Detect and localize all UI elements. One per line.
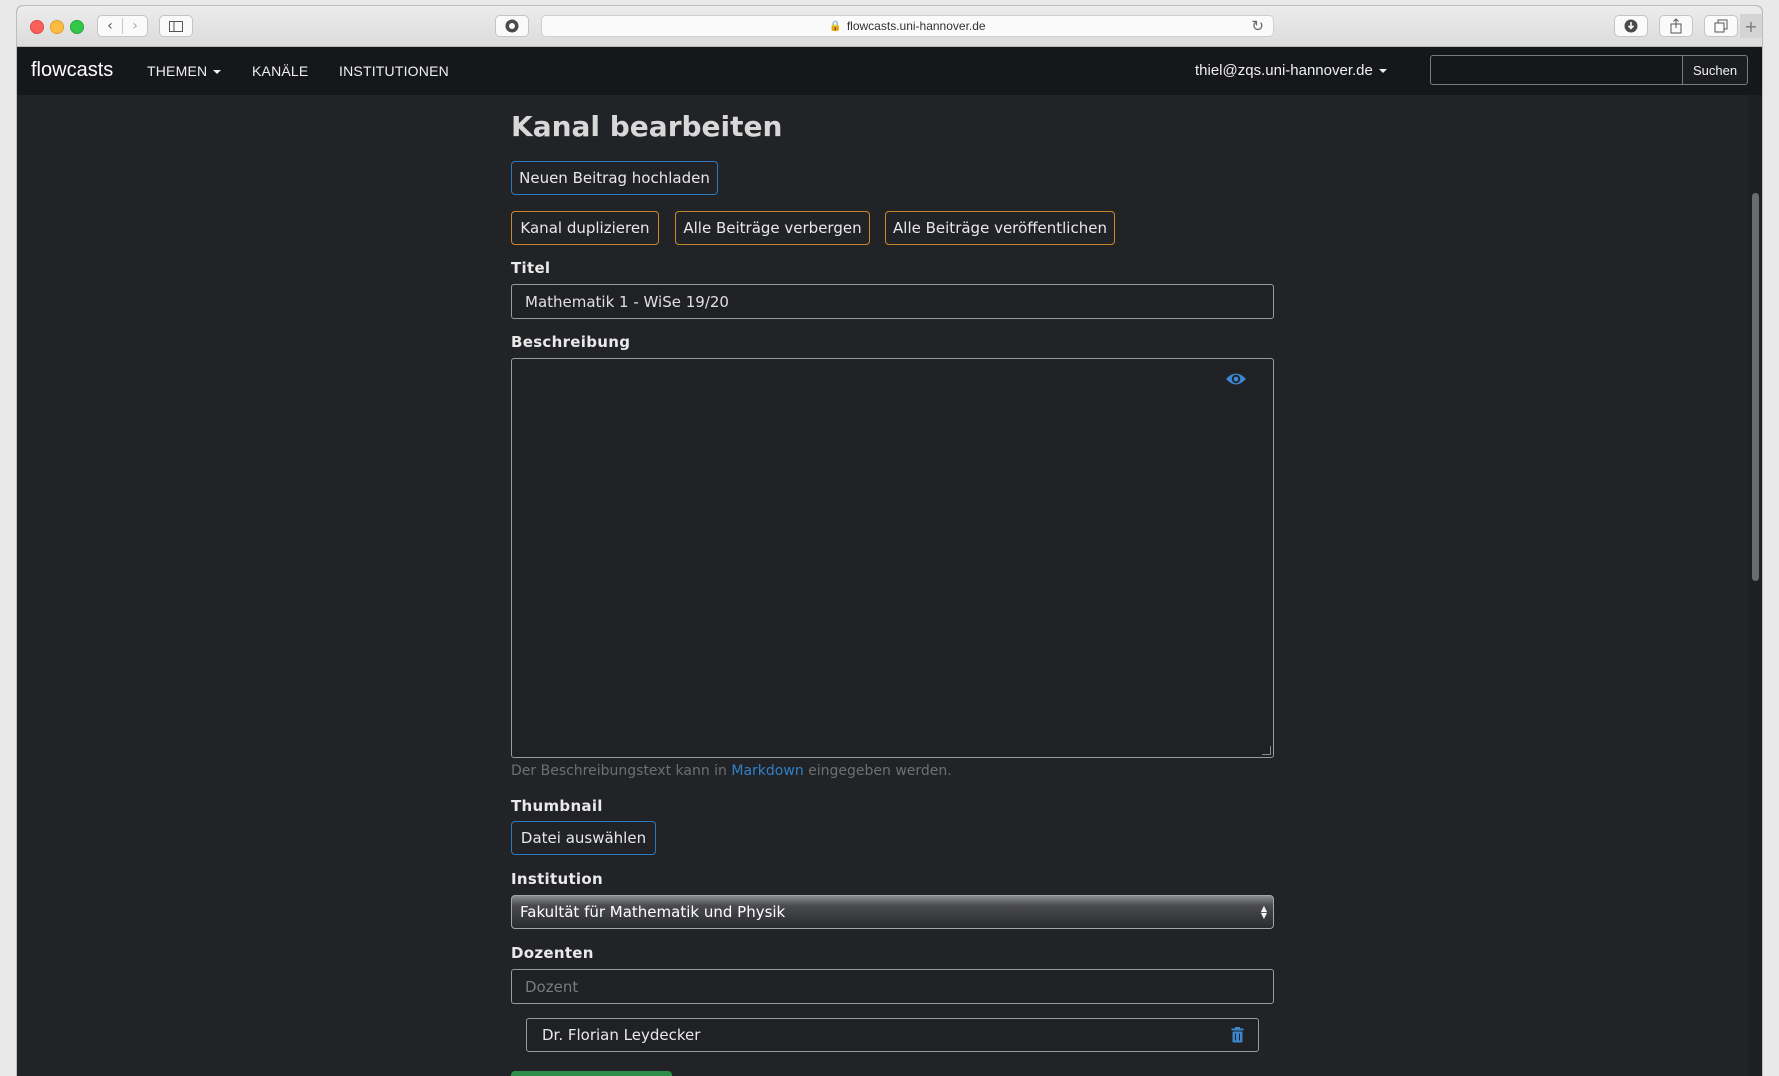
show-tabs-button[interactable] [1704,15,1738,37]
download-icon [1624,19,1638,33]
select-arrows-icon: ▲ ▼ [1260,904,1267,920]
title-input-value: Mathematik 1 - WiSe 19/20 [525,292,729,311]
close-window-button[interactable] [30,20,44,34]
page-scrollbar[interactable] [1748,95,1762,1076]
description-help-text: Der Beschreibungstext kann in Markdown e… [511,763,952,779]
nav-kanaele[interactable]: KANÄLE [252,63,308,79]
share-button[interactable] [1659,15,1693,37]
caret-down-icon [1378,69,1387,74]
thumbnail-label: Thumbnail [511,797,603,815]
forward-arrow-icon[interactable]: › [122,18,147,34]
lecturer-list-item: Dr. Florian Leydecker [526,1018,1259,1052]
browser-window: ‹ › 🔒 flowcasts.uni-hannover.de ↻ + flow… [17,6,1762,1076]
sidebar-icon [169,20,183,32]
description-label: Beschreibung [511,333,631,351]
address-bar[interactable]: 🔒 flowcasts.uni-hannover.de ↻ [541,15,1274,37]
trash-icon[interactable] [1231,1027,1244,1043]
nav-themen[interactable]: THEMEN [147,63,222,79]
save-button[interactable] [511,1071,672,1076]
tabs-icon [1714,19,1728,33]
institution-select[interactable]: Fakultät für Mathematik und Physik ▲ ▼ [511,895,1274,929]
search-input[interactable] [1430,55,1683,85]
history-navigation: ‹ › [97,15,148,37]
reload-icon[interactable]: ↻ [1251,17,1264,35]
nav-institutionen[interactable]: INSTITUTIONEN [339,63,449,79]
help-prefix: Der Beschreibungstext kann in [511,763,727,779]
browser-toolbar: ‹ › 🔒 flowcasts.uni-hannover.de ↻ + [17,6,1762,47]
user-menu[interactable]: thiel@zqs.uni-hannover.de [1195,62,1387,79]
share-icon [1670,18,1682,34]
back-arrow-icon[interactable]: ‹ [98,18,122,34]
choose-file-button[interactable]: Datei auswählen [511,821,656,855]
scrollbar-thumb[interactable] [1752,193,1759,581]
upload-new-post-button[interactable]: Neuen Beitrag hochladen [511,161,718,195]
page-title: Kanal bearbeiten [511,110,783,143]
minimize-window-button[interactable] [50,20,64,34]
brand-logo[interactable]: flowcasts [31,59,113,82]
preview-eye-icon[interactable] [1225,371,1247,387]
search-button[interactable]: Suchen [1682,55,1748,85]
caret-down-icon [213,70,222,75]
duplicate-channel-button[interactable]: Kanal duplizieren [511,211,659,245]
institution-label: Institution [511,870,603,888]
downloads-button[interactable] [1614,15,1648,37]
markdown-link[interactable]: Markdown [731,763,803,779]
lecturer-input[interactable]: Dozent [511,969,1274,1004]
institution-selected-value: Fakultät für Mathematik und Physik [520,903,786,921]
lecturer-name: Dr. Florian Leydecker [542,1026,701,1044]
hide-all-posts-button[interactable]: Alle Beiträge verbergen [675,211,870,245]
help-suffix: eingegeben werden. [808,763,952,779]
description-textarea[interactable] [511,358,1274,758]
fullscreen-window-button[interactable] [70,20,84,34]
plus-icon: + [1744,16,1758,36]
user-email: thiel@zqs.uni-hannover.de [1195,62,1373,79]
shield-icon [505,19,519,33]
publish-all-posts-button[interactable]: Alle Beiträge veröffentlichen [885,211,1115,245]
app-navbar: flowcasts THEMEN KANÄLE INSTITUTIONEN th… [17,47,1762,95]
sidebar-toggle-button[interactable] [159,15,193,37]
lock-icon: 🔒 [829,20,842,32]
title-input[interactable]: Mathematik 1 - WiSe 19/20 [511,284,1274,319]
lecturer-input-placeholder: Dozent [525,977,579,996]
new-tab-button[interactable]: + [1740,14,1762,38]
title-label: Titel [511,259,551,277]
resize-handle[interactable] [1262,746,1271,755]
nav-themen-label: THEMEN [147,63,208,79]
address-url: flowcasts.uni-hannover.de [846,19,986,33]
privacy-report-button[interactable] [495,15,529,37]
lecturers-label: Dozenten [511,944,594,962]
